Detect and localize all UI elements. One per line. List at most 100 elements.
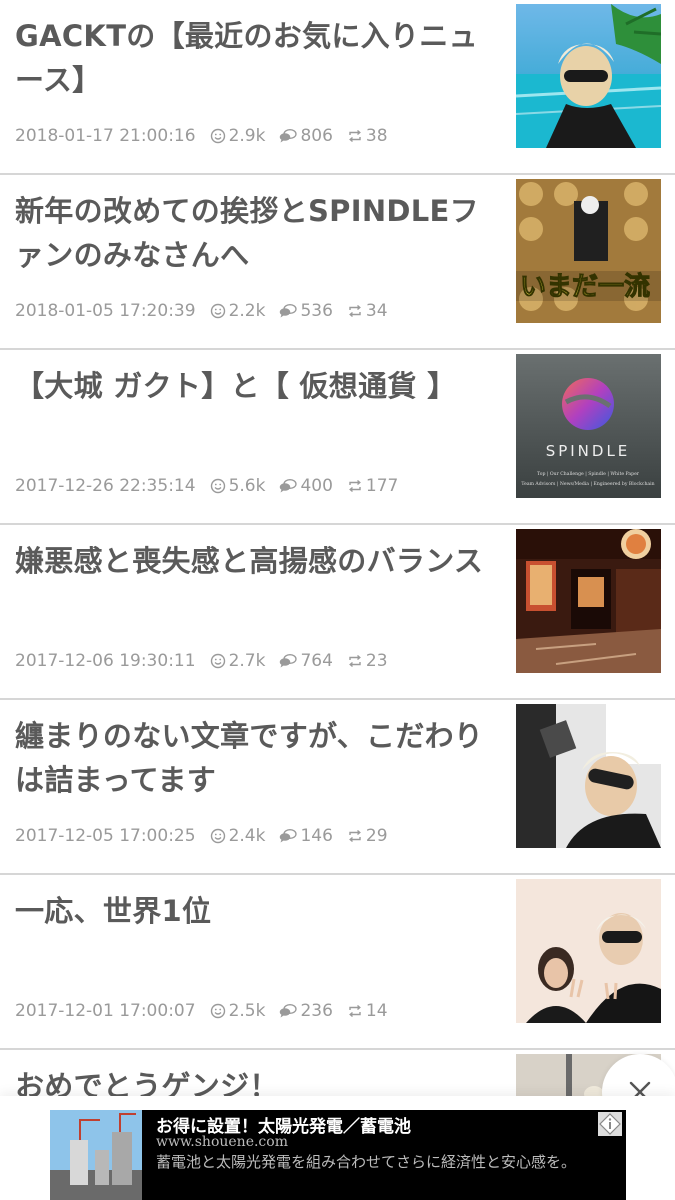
article-meta: 2017-12-06 19:30:11 2.7k 764 23	[15, 651, 402, 671]
ad-description: 蓄電池と太陽光発電を組み合わせてさらに経済性と安心感を。	[156, 1153, 577, 1171]
article-meta: 2018-01-05 17:20:39 2.2k 536 34	[15, 301, 402, 321]
ad-url: www.shouene.com	[156, 1134, 288, 1150]
lantern-restaurant-image	[516, 529, 661, 673]
article-title[interactable]: 【大城 ガクト】と【 仮想通貨 】	[15, 364, 505, 408]
comments-stat: 236	[279, 1001, 333, 1021]
article-item[interactable]: 【大城 ガクト】と【 仮想通貨 】 2017-12-26 22:35:14 5.…	[0, 350, 675, 525]
views-stat: 2.9k	[210, 126, 266, 146]
comments-stat: 806	[279, 126, 333, 146]
info-icon[interactable]	[598, 1112, 622, 1136]
article-title[interactable]: 新年の改めての挨拶とSPINDLEファンのみなさんへ	[15, 189, 505, 277]
reposts-count: 23	[365, 651, 388, 671]
article-date: 2017-12-06 19:30:11	[15, 651, 196, 671]
reposts-count: 34	[365, 301, 388, 321]
thumb-menu: Top | Our Challenge | Spindle | White Pa…	[537, 471, 640, 477]
reposts-stat: 14	[347, 1001, 388, 1021]
article-item[interactable]: 嫌悪感と喪失感と高揚感のバランス 2017-12-06 19:30:11 2.7…	[0, 525, 675, 700]
views-stat: 2.7k	[210, 651, 266, 671]
comments-count: 236	[300, 1001, 333, 1021]
reposts-stat: 38	[347, 126, 388, 146]
article-item[interactable]: GACKTの【最近のお気に入りニュース】 2018-01-17 21:00:16…	[0, 0, 675, 175]
reposts-stat: 29	[347, 826, 388, 846]
article-thumbnail[interactable]	[516, 879, 661, 1023]
comments-stat: 536	[279, 301, 333, 321]
article-item[interactable]: 一応、世界1位 2017-12-01 17:00:07 2.5k 236 14	[0, 875, 675, 1050]
smile-icon	[210, 128, 225, 144]
article-meta: 2017-12-05 17:00:25 2.4k 146 29	[15, 826, 402, 846]
reposts-stat: 23	[347, 651, 388, 671]
thumb-menu-2: Team Advisors | News/Media | Engineered …	[521, 481, 654, 487]
views-count: 2.4k	[228, 826, 266, 846]
speech-bubble-icon	[280, 479, 298, 493]
reposts-stat: 177	[347, 476, 398, 496]
article-item[interactable]: 纏まりのない文章ですが、こだわりは詰まってます 2017-12-05 17:00…	[0, 700, 675, 875]
reposts-count: 14	[365, 1001, 388, 1021]
article-date: 2017-12-01 17:00:07	[15, 1001, 196, 1021]
views-count: 2.7k	[228, 651, 266, 671]
article-thumbnail[interactable]: SPINDLE Top | Our Challenge | Spindle | …	[516, 354, 661, 498]
repost-icon	[349, 654, 361, 668]
views-stat: 2.5k	[210, 1001, 266, 1021]
comments-count: 806	[300, 126, 333, 146]
comments-stat: 400	[279, 476, 333, 496]
reposts-count: 29	[365, 826, 388, 846]
ad-image	[50, 1110, 142, 1200]
article-title[interactable]: 一応、世界1位	[15, 889, 505, 933]
comments-count: 400	[300, 476, 333, 496]
views-stat: 2.2k	[210, 301, 266, 321]
ad-banner[interactable]: お得に設置！太陽光発電／蓄電池 www.shouene.com 蓄電池と太陽光発…	[50, 1110, 626, 1200]
views-count: 5.6k	[228, 476, 266, 496]
speech-bubble-icon	[280, 304, 298, 318]
ad-banner-bar: お得に設置！太陽光発電／蓄電池 www.shouene.com 蓄電池と太陽光発…	[0, 1096, 675, 1200]
golden-wall-video-image: いまだ一流	[516, 179, 661, 323]
speech-bubble-icon	[280, 654, 298, 668]
comments-count: 146	[300, 826, 333, 846]
thumb-caption: SPINDLE	[546, 442, 631, 460]
smile-icon	[210, 303, 225, 319]
article-thumbnail[interactable]	[516, 704, 661, 848]
article-item[interactable]: 新年の改めての挨拶とSPINDLEファンのみなさんへ 2018-01-05 17…	[0, 175, 675, 350]
views-stat: 5.6k	[210, 476, 266, 496]
article-title[interactable]: 纏まりのない文章ですが、こだわりは詰まってます	[15, 714, 505, 802]
article-title[interactable]: GACKTの【最近のお気に入りニュース】	[15, 14, 505, 102]
article-date: 2017-12-05 17:00:25	[15, 826, 196, 846]
article-date: 2018-01-17 21:00:16	[15, 126, 196, 146]
reposts-count: 38	[365, 126, 388, 146]
article-title[interactable]: 嫌悪感と喪失感と高揚感のバランス	[15, 539, 505, 583]
article-meta: 2017-12-26 22:35:14 5.6k 400 177	[15, 476, 412, 496]
speech-bubble-icon	[280, 1004, 298, 1018]
smile-icon	[210, 653, 225, 669]
views-count: 2.5k	[228, 1001, 266, 1021]
smile-icon	[210, 478, 225, 494]
speech-bubble-icon	[280, 829, 298, 843]
reposts-count: 177	[365, 476, 399, 496]
article-feed: GACKTの【最近のお気に入りニュース】 2018-01-17 21:00:16…	[0, 0, 675, 1110]
article-thumbnail[interactable]	[516, 4, 661, 148]
speech-bubble-icon	[280, 129, 298, 143]
repost-icon	[349, 1004, 361, 1018]
comments-count: 536	[300, 301, 333, 321]
comments-stat: 146	[279, 826, 333, 846]
repost-icon	[349, 129, 361, 143]
sunglasses-man-selfie-image	[516, 704, 661, 848]
spindle-logo-image: SPINDLE Top | Our Challenge | Spindle | …	[516, 354, 661, 498]
article-meta: 2018-01-17 21:00:16 2.9k 806 38	[15, 126, 402, 146]
article-meta: 2017-12-01 17:00:07 2.5k 236 14	[15, 1001, 402, 1021]
smile-icon	[210, 1003, 225, 1019]
comments-count: 764	[300, 651, 333, 671]
views-count: 2.9k	[228, 126, 266, 146]
reposts-stat: 34	[347, 301, 388, 321]
views-stat: 2.4k	[210, 826, 266, 846]
article-date: 2018-01-05 17:20:39	[15, 301, 196, 321]
smile-icon	[210, 828, 225, 844]
comments-stat: 764	[279, 651, 333, 671]
two-people-peace-image	[516, 879, 661, 1023]
article-thumbnail[interactable]: いまだ一流	[516, 179, 661, 323]
views-count: 2.2k	[228, 301, 266, 321]
article-date: 2017-12-26 22:35:14	[15, 476, 196, 496]
article-thumbnail[interactable]	[516, 529, 661, 673]
repost-icon	[349, 304, 361, 318]
repost-icon	[349, 829, 361, 843]
thumb-caption: いまだ一流	[520, 272, 650, 302]
repost-icon	[349, 479, 361, 493]
